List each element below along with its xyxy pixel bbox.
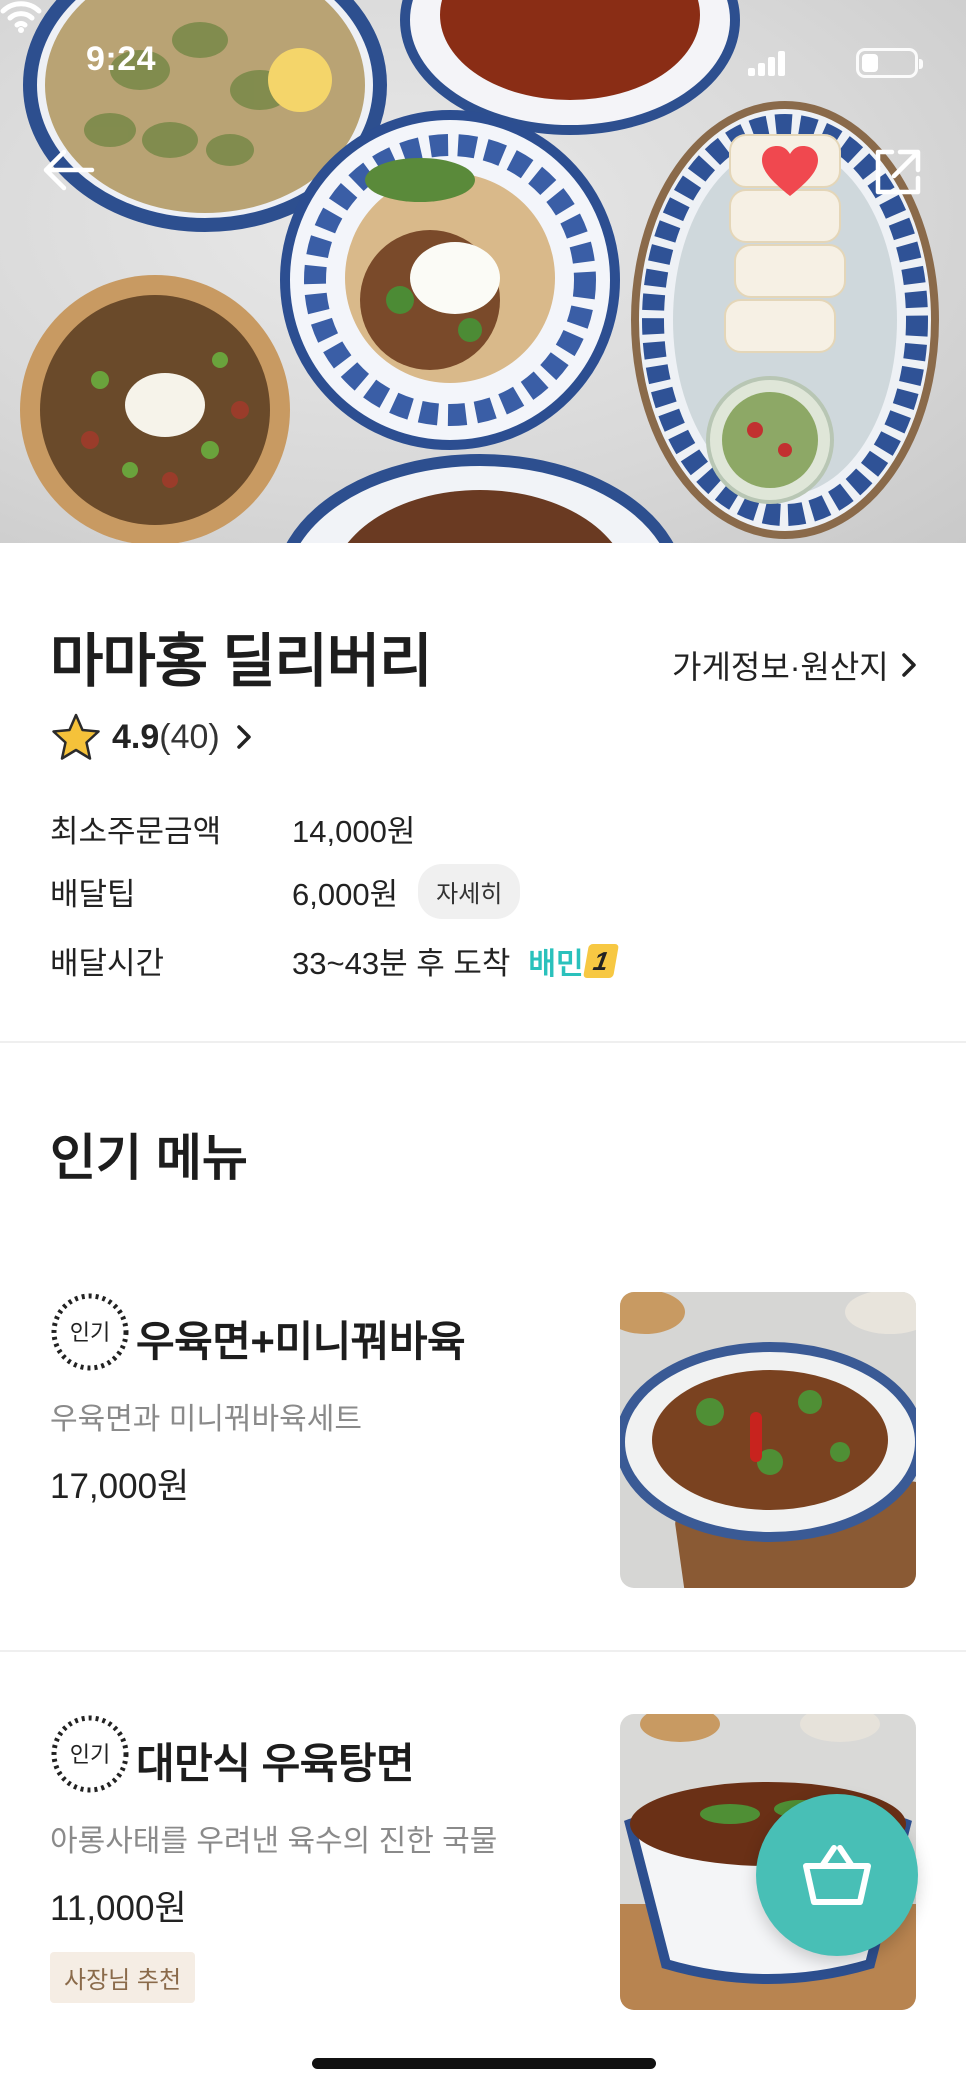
delivery-tip-value: 6,000원 (292, 877, 399, 912)
share-external-icon (875, 149, 921, 195)
share-button[interactable] (872, 146, 924, 198)
popular-badge-text: 인기 (70, 1743, 110, 1768)
review-count: (40) (159, 717, 220, 756)
menu-item-desc: 아롱사태를 우려낸 육수의 진한 국물 (50, 1825, 498, 1858)
menu-item[interactable]: 인기 우육면+미니꿔바육 우육면과 미니꿔바육세트 17,000원 (0, 1292, 966, 1592)
hero-image: 9:24 (0, 0, 966, 543)
min-order-label: 최소주문금액 (50, 814, 222, 849)
baemin1-number: 1 (582, 943, 619, 978)
chevron-right-icon (236, 725, 251, 749)
min-order-row: 최소주문금액 14,000원 (50, 806, 415, 851)
back-button[interactable] (40, 146, 100, 194)
star-icon (52, 713, 100, 760)
delivery-time-label: 배달시간 (50, 946, 165, 981)
menu-item-image (620, 1292, 916, 1588)
chevron-right-icon (902, 653, 916, 677)
store-name: 마마홍 딜리버리 (50, 629, 433, 694)
rating-link[interactable]: 4.9 (40) (50, 712, 252, 762)
delivery-tip-row: 배달팁 6,000원 자세히 (50, 864, 521, 919)
baemin1-text: 배민 (528, 947, 584, 981)
menu-item-price: 17,000원 (50, 1467, 190, 1506)
min-order-value: 14,000원 (292, 814, 416, 849)
status-bar: 9:24 (0, 0, 966, 120)
store-info-link[interactable]: 가게정보·원산지 (672, 642, 917, 688)
owner-recommend-tag: 사장님 추천 (50, 1952, 196, 2003)
delivery-time-row: 배달시간 33~43분 후 도착 배민 1 (50, 938, 619, 983)
section-divider (0, 1650, 966, 1652)
delivery-tip-label: 배달팁 (50, 877, 136, 912)
cellular-signal-icon (748, 50, 788, 76)
heart-icon (762, 146, 818, 196)
delivery-tip-detail-button[interactable]: 자세히 (418, 864, 521, 919)
menu-item-name: 우육면+미니꿔바육 (136, 1318, 466, 1365)
baemin1-logo: 배민 1 (528, 939, 619, 983)
section-divider (0, 1041, 966, 1043)
delivery-time-value: 33~43분 후 도착 (292, 946, 511, 981)
battery-icon (856, 48, 923, 78)
store-info-label: 가게정보·원산지 (672, 649, 889, 685)
rating-score: 4.9 (112, 717, 160, 756)
arrow-left-icon (43, 149, 95, 191)
popular-badge-icon: 인기 (51, 1293, 129, 1371)
menu-item-desc: 우육면과 미니꿔바육세트 (50, 1403, 362, 1436)
shopping-basket-icon (803, 1845, 871, 1905)
menu-item-name: 대만식 우육탕면 (136, 1740, 415, 1787)
wifi-icon (0, 1, 42, 33)
status-time: 9:24 (86, 40, 157, 78)
popular-badge-text: 인기 (70, 1321, 110, 1346)
popular-badge-icon: 인기 (51, 1715, 129, 1793)
popular-menu-title: 인기 메뉴 (50, 1130, 248, 1186)
cart-button[interactable] (756, 1794, 918, 1956)
menu-item-price: 11,000원 (50, 1889, 187, 1928)
menu-photo (620, 1292, 916, 1588)
favorite-button[interactable] (760, 144, 820, 200)
home-indicator (312, 2058, 656, 2069)
